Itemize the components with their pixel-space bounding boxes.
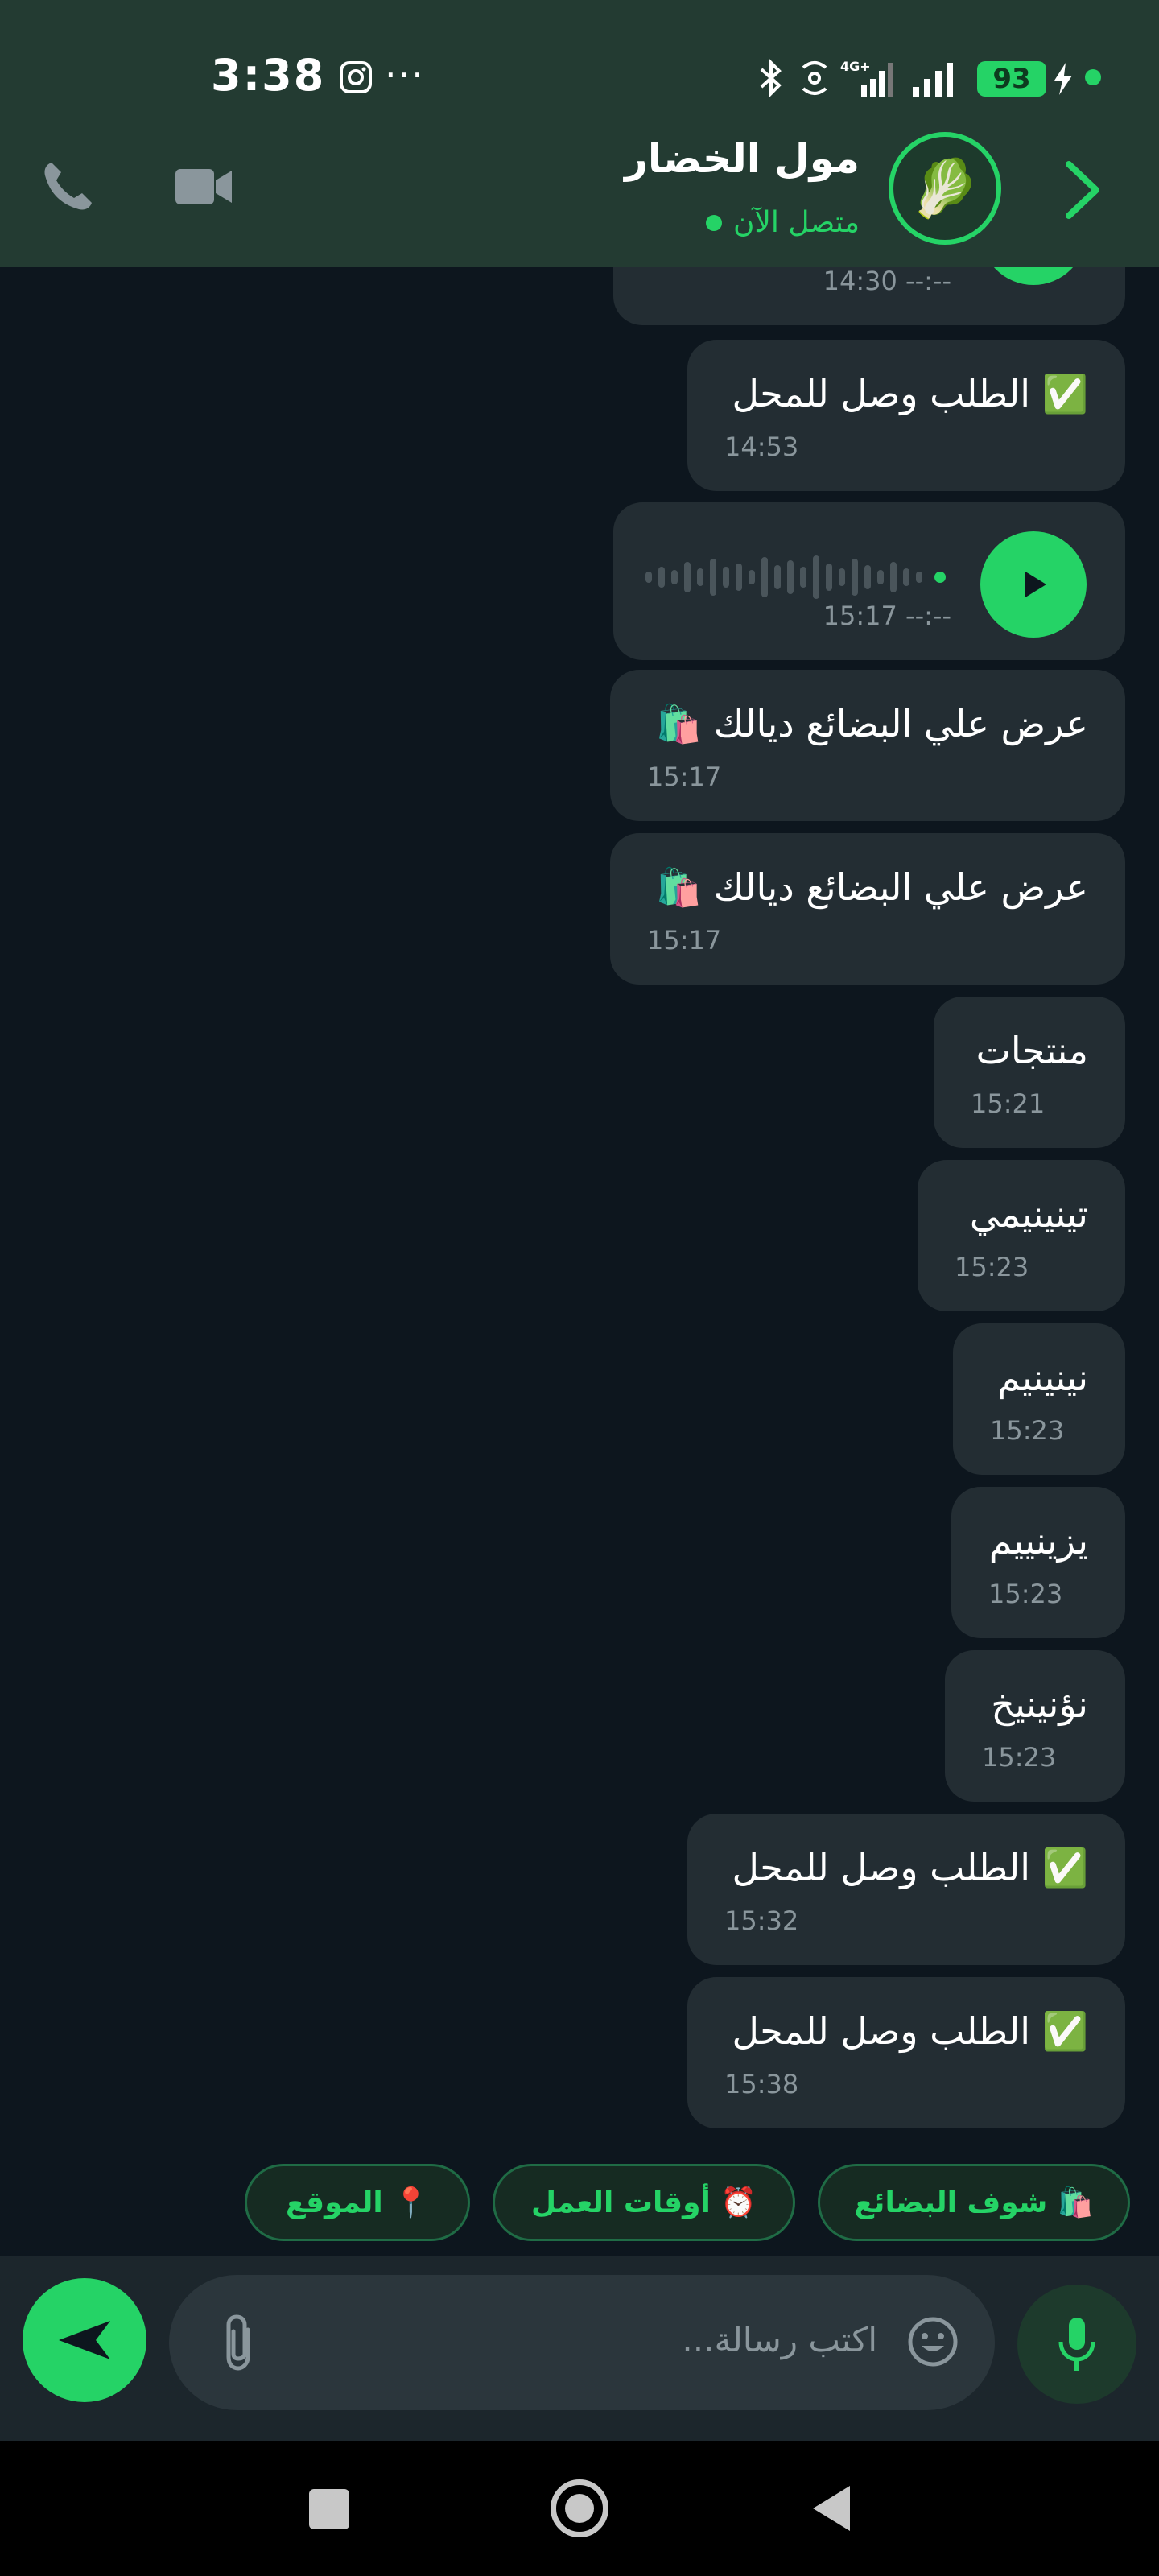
attach-icon[interactable] xyxy=(221,2312,259,2373)
message-bubble[interactable]: عرض علي البضائع ديالك 🛍️ 15:17 xyxy=(610,833,1125,985)
status-time: 3:38 xyxy=(211,50,326,101)
emoji-icon[interactable] xyxy=(906,2315,959,2368)
message-text: يزينييم xyxy=(988,1519,1088,1563)
microphone-icon xyxy=(1058,2318,1095,2371)
message-time: 15:23 xyxy=(990,1415,1065,1446)
svg-text:4G+: 4G+ xyxy=(840,59,871,74)
message-time: 14:53 xyxy=(724,431,799,462)
presence-label: متصل الآن xyxy=(732,206,860,239)
message-text: تينينيمي xyxy=(969,1192,1088,1236)
message-bubble[interactable]: تينينيمي 15:23 xyxy=(918,1160,1125,1311)
call-icon[interactable] xyxy=(39,158,97,216)
message-text: نينينيم xyxy=(997,1356,1088,1399)
instagram-icon xyxy=(340,61,372,93)
message-text: ✅ الطلب وصل للمحل xyxy=(732,372,1088,415)
voice-record-button[interactable] xyxy=(1017,2285,1136,2404)
message-bubble[interactable]: يزينييم 15:23 xyxy=(951,1487,1125,1638)
message-placeholder: اكتب رسالة... xyxy=(682,2320,877,2359)
back-chevron-icon[interactable] xyxy=(1059,159,1104,221)
signal-icon xyxy=(913,63,953,97)
send-button[interactable] xyxy=(23,2278,146,2402)
recent-apps-icon[interactable] xyxy=(309,2489,349,2529)
message-time: 15:23 xyxy=(988,1579,1063,1609)
lettuce-avatar-icon: 🥬 xyxy=(909,155,980,221)
play-button[interactable] xyxy=(980,531,1087,638)
privacy-indicator-icon xyxy=(1085,69,1101,85)
message-time: 15:32 xyxy=(724,1905,799,1936)
message-time: 15:21 xyxy=(971,1088,1046,1119)
message-bubble[interactable]: نينينيم 15:23 xyxy=(953,1323,1125,1475)
message-time: 15:38 xyxy=(724,2069,799,2099)
signal-4g-icon: 4G+ xyxy=(840,59,893,97)
message-composer: اكتب رسالة... xyxy=(0,2256,1159,2441)
play-icon xyxy=(1025,572,1046,597)
message-text: عرض علي البضائع ديالك 🛍️ xyxy=(655,702,1088,745)
online-dot-icon xyxy=(705,214,722,231)
home-icon[interactable] xyxy=(551,2479,608,2537)
quick-reply-browse-goods[interactable]: 🛍️ شوف البضائع xyxy=(818,2164,1130,2241)
message-bubble-audio[interactable]: 15:17 --:-- xyxy=(613,502,1125,660)
message-text: ✅ الطلب وصل للمحل xyxy=(732,1846,1088,1889)
message-time: 15:17 xyxy=(647,925,722,956)
message-time: 15:17 xyxy=(647,762,722,792)
avatar[interactable]: 🥬 xyxy=(889,132,1001,245)
message-bubble[interactable]: عرض علي البضائع ديالك 🛍️ 15:17 xyxy=(610,670,1125,821)
charging-icon xyxy=(1054,63,1072,95)
contact-name[interactable]: مول الخضار xyxy=(625,135,860,182)
message-text: نؤنينيخ xyxy=(991,1682,1088,1726)
video-call-icon[interactable] xyxy=(175,166,233,208)
battery-indicator: 93 xyxy=(977,61,1046,97)
message-time: 15:17 --:-- xyxy=(823,601,951,631)
message-time: 15:23 xyxy=(955,1252,1029,1282)
send-icon xyxy=(59,2321,110,2359)
message-bubble[interactable]: ✅ الطلب وصل للمحل 15:32 xyxy=(687,1814,1125,1965)
audio-waveform[interactable] xyxy=(645,549,951,605)
back-icon[interactable] xyxy=(808,2483,853,2534)
message-time: 15:23 xyxy=(982,1742,1057,1773)
message-bubble[interactable]: ✅ الطلب وصل للمحل 14:53 xyxy=(687,340,1125,491)
quick-reply-working-hours[interactable]: ⏰ أوقات العمل xyxy=(493,2164,795,2241)
more-notifications-icon: ··· xyxy=(385,53,425,97)
message-list[interactable]: 14:30 --:-- ✅ الطلب وصل للمحل 14:53 15:1… xyxy=(0,179,1159,2256)
app-header: 3:38 ··· 4G+ 93 مول الخضار متصل الآن 🥬 xyxy=(0,0,1159,267)
quick-reply-location[interactable]: 📍 الموقع xyxy=(245,2164,470,2241)
message-bubble[interactable]: ✅ الطلب وصل للمحل 15:38 xyxy=(687,1977,1125,2128)
message-text: منتجات xyxy=(975,1029,1088,1072)
message-text: ✅ الطلب وصل للمحل xyxy=(732,2009,1088,2053)
message-input[interactable]: اكتب رسالة... xyxy=(169,2275,995,2410)
presence-status: متصل الآن xyxy=(705,206,860,239)
message-bubble[interactable]: منتجات 15:21 xyxy=(934,997,1125,1148)
message-time: 14:30 --:-- xyxy=(823,266,951,296)
message-bubble[interactable]: نؤنينيخ 15:23 xyxy=(945,1650,1125,1802)
hotspot-icon xyxy=(802,61,827,95)
bluetooth-icon xyxy=(760,59,782,97)
message-text: عرض علي البضائع ديالك 🛍️ xyxy=(655,865,1088,909)
system-navigation-bar xyxy=(0,2441,1159,2576)
status-bar: 3:38 ··· 4G+ 93 xyxy=(0,0,1159,153)
